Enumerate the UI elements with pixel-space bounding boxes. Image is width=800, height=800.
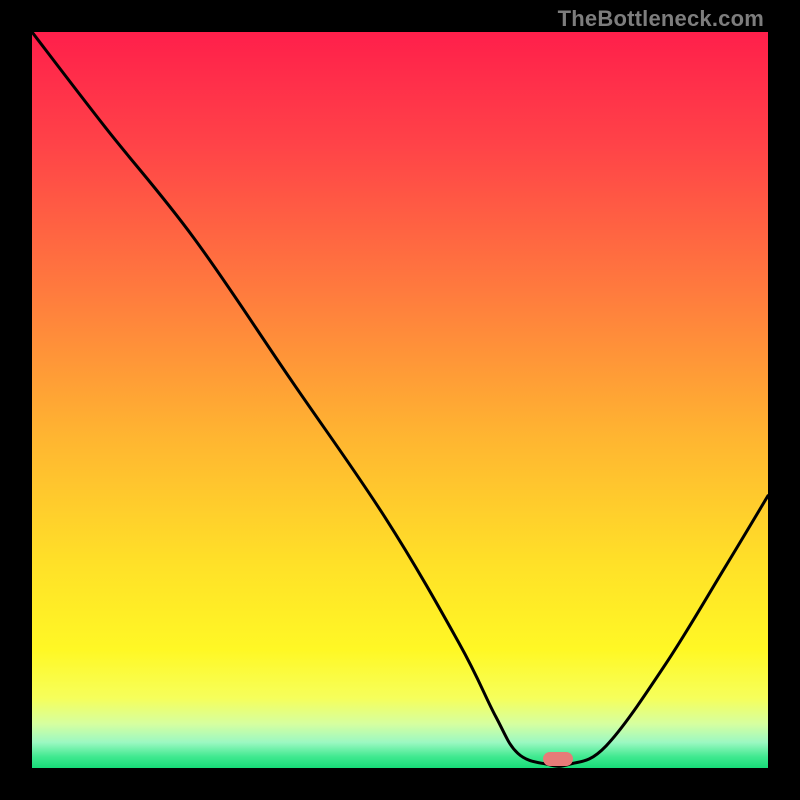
watermark-text: TheBottleneck.com — [558, 6, 764, 32]
optimal-marker — [543, 752, 573, 766]
bottleneck-curve — [32, 32, 768, 768]
chart-frame: TheBottleneck.com — [0, 0, 800, 800]
plot-area — [32, 32, 768, 768]
